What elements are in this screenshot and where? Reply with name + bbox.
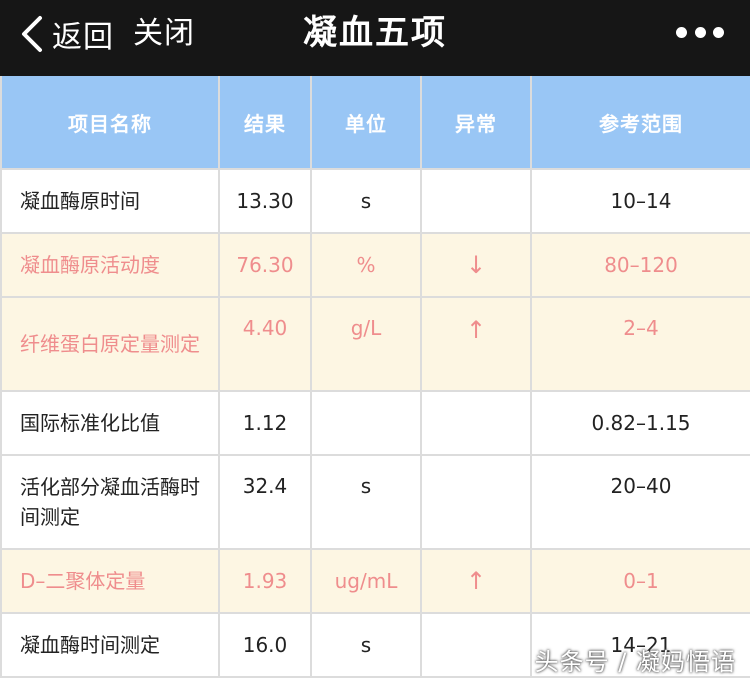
abnormal-flag	[420, 168, 532, 234]
down-arrow-icon: ↓	[420, 232, 532, 298]
header-reference-range: 参考范围	[530, 76, 750, 170]
result-value: 4.40	[218, 296, 312, 392]
up-arrow-icon: ↑	[420, 296, 532, 392]
dot	[713, 26, 724, 38]
unit: s	[310, 168, 422, 234]
table-header-row: 项目名称 结果 单位 异常 参考范围	[0, 76, 750, 170]
reference-range: 0.82–1.15	[530, 390, 750, 456]
table-row: 凝血酶原时间 13.30 s 10–14	[0, 168, 750, 234]
results-table-container: 项目名称 结果 单位 异常 参考范围 凝血酶原时间 13.30 s 10–14 …	[0, 76, 750, 678]
header-item-name: 项目名称	[0, 76, 220, 170]
reference-range: 2–4	[530, 296, 750, 392]
reference-range: 0–1	[530, 548, 750, 614]
table-row: 活化部分凝血活酶时间测定 32.4 s 20–40	[0, 454, 750, 550]
item-name: 活化部分凝血活酶时间测定	[0, 454, 220, 550]
reference-range: 10–14	[530, 168, 750, 234]
up-arrow-icon: ↑	[420, 548, 532, 614]
reference-range: 20–40	[530, 454, 750, 550]
unit: ug/mL	[310, 548, 422, 614]
header-abnormal: 异常	[420, 76, 532, 170]
item-name: 凝血酶原时间	[0, 168, 220, 234]
unit: s	[310, 612, 422, 678]
item-name: 国际标准化比值	[0, 390, 220, 456]
item-name: D–二聚体定量	[0, 548, 220, 614]
table-row: 纤维蛋白原定量测定 4.40 g/L ↑ 2–4	[0, 296, 750, 392]
abnormal-flag	[420, 390, 532, 456]
table-row: 凝血酶原活动度 76.30 % ↓ 80–120	[0, 232, 750, 298]
item-name: 凝血酶时间测定	[0, 612, 220, 678]
unit: g/L	[310, 296, 422, 392]
unit: s	[310, 454, 422, 550]
result-value: 76.30	[218, 232, 312, 298]
item-name: 纤维蛋白原定量测定	[0, 296, 220, 392]
abnormal-flag	[420, 454, 532, 550]
result-value: 1.93	[218, 548, 312, 614]
result-value: 1.12	[218, 390, 312, 456]
watermark: 头条号 / 凝妈悟语	[534, 648, 736, 676]
unit	[310, 390, 422, 456]
table-row: D–二聚体定量 1.93 ug/mL ↑ 0–1	[0, 548, 750, 614]
table-row: 国际标准化比值 1.12 0.82–1.15	[0, 390, 750, 456]
unit: %	[310, 232, 422, 298]
header-result: 结果	[218, 76, 312, 170]
top-navbar: 返回 关闭 凝血五项	[0, 0, 750, 76]
dot	[676, 26, 687, 38]
reference-range: 80–120	[530, 232, 750, 298]
result-value: 16.0	[218, 612, 312, 678]
abnormal-flag	[420, 612, 532, 678]
app-window: 返回 关闭 凝血五项 项目名称 结果 单位 异常 参考范围 凝血酶原时间 13.…	[0, 0, 750, 685]
dot	[694, 26, 706, 38]
more-dots-icon[interactable]	[676, 22, 724, 42]
results-table: 项目名称 结果 单位 异常 参考范围 凝血酶原时间 13.30 s 10–14 …	[0, 76, 750, 678]
result-value: 32.4	[218, 454, 312, 550]
header-unit: 单位	[310, 76, 422, 170]
page-title: 凝血五项	[303, 13, 447, 53]
item-name: 凝血酶原活动度	[0, 232, 220, 298]
result-value: 13.30	[218, 168, 312, 234]
